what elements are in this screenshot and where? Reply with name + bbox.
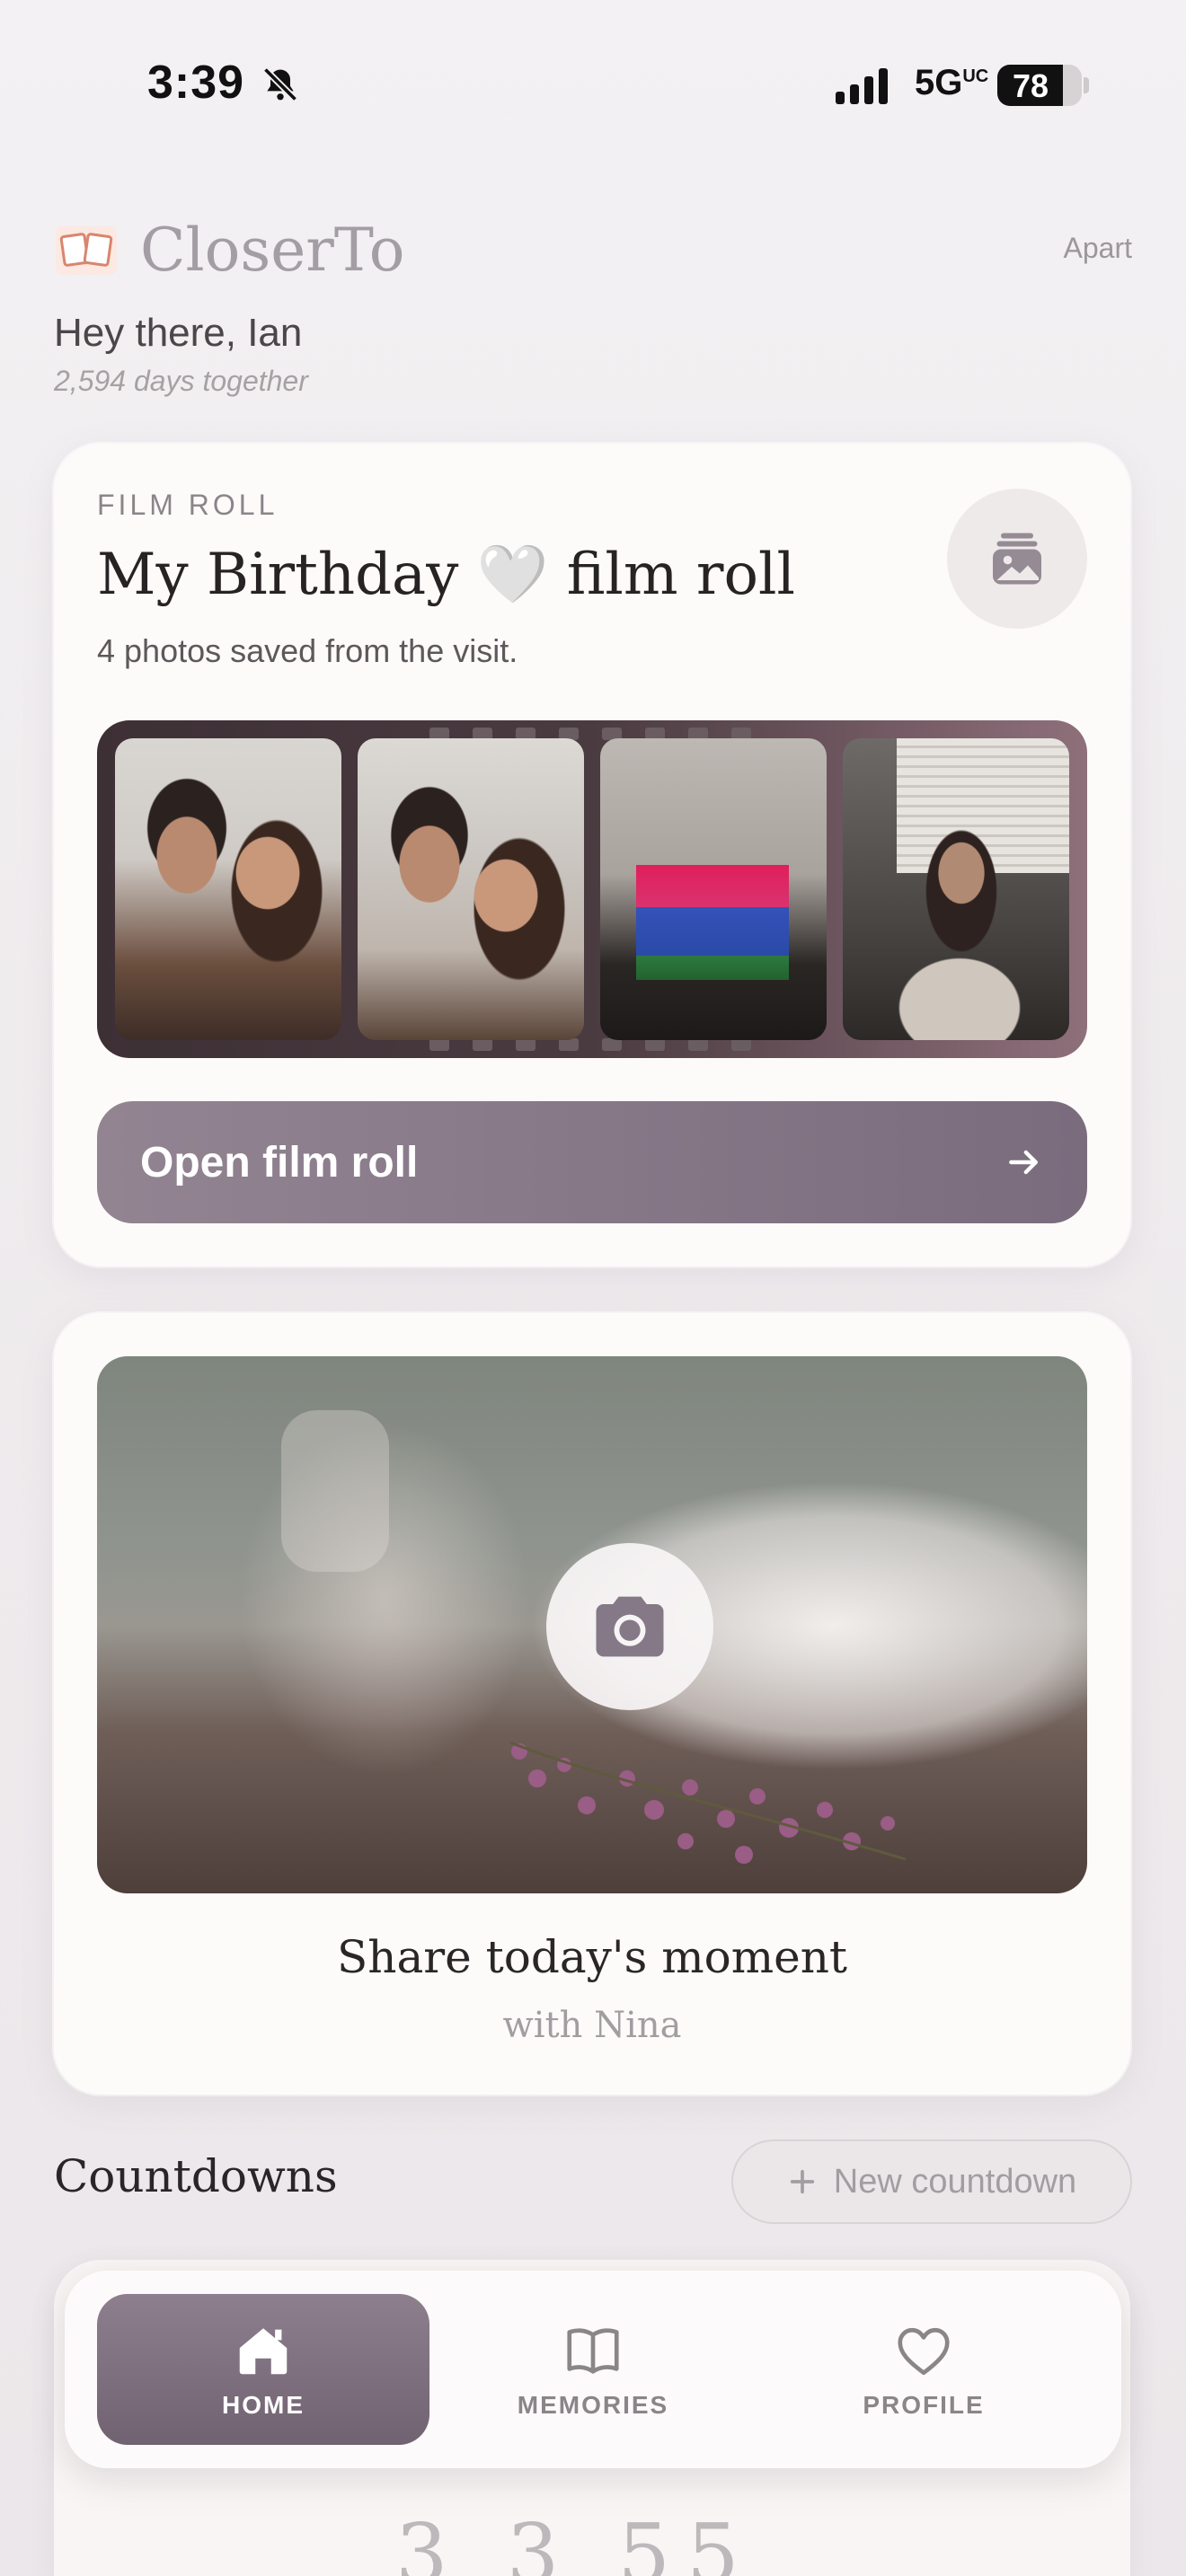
heart-icon: [898, 2327, 950, 2376]
moment-partner: with Nina: [502, 2005, 682, 2046]
tab-home-label: HOME: [222, 2391, 305, 2419]
new-countdown-label: New countdown: [833, 2162, 1077, 2201]
apart-link[interactable]: Apart: [1064, 232, 1132, 265]
film-roll-title: My Birthday 🤍 film roll: [97, 542, 795, 608]
greeting: Hey there, Ian: [54, 311, 303, 355]
photo-stack-icon: [993, 533, 1041, 585]
countdown-digits: 3 3 55: [395, 2506, 756, 2576]
battery-icon: 78: [997, 65, 1082, 106]
photo-album-button[interactable]: [947, 489, 1087, 629]
home-icon: [239, 2328, 288, 2375]
app-title: CloserTo: [140, 216, 405, 285]
open-film-roll-label: Open film roll: [140, 1138, 419, 1187]
app-logo-icon: [56, 226, 117, 275]
film-roll-subtitle: 4 photos saved from the visit.: [97, 632, 518, 669]
tab-profile-label: PROFILE: [863, 2391, 985, 2419]
camera-icon: [596, 1596, 664, 1657]
tab-memories[interactable]: MEMORIES: [427, 2294, 759, 2445]
new-countdown-button[interactable]: New countdown: [731, 2139, 1132, 2224]
tab-profile[interactable]: PROFILE: [757, 2294, 1090, 2445]
network-label: 5GUC: [915, 63, 989, 102]
signal-icon: [836, 66, 888, 104]
status-bar: 3:39 5GUC 78: [0, 0, 1186, 171]
film-roll-eyebrow: FILM ROLL: [97, 489, 279, 521]
bell-muted-icon: [262, 66, 298, 102]
status-time: 3:39: [147, 57, 245, 109]
book-icon: [567, 2328, 619, 2374]
film-strip[interactable]: [97, 720, 1087, 1058]
tab-memories-label: MEMORIES: [517, 2391, 669, 2419]
share-moment-card[interactable]: Share today's moment with Nina: [54, 1313, 1130, 2095]
film-photo[interactable]: [600, 738, 827, 1040]
days-together: 2,594 days together: [54, 365, 308, 397]
tab-bar: HOME MEMORIES PROFILE: [65, 2271, 1121, 2468]
moment-background-image: [97, 1356, 1087, 1893]
plus-icon: [790, 2169, 814, 2194]
tab-home[interactable]: HOME: [97, 2294, 429, 2445]
battery-percent: 78: [1012, 67, 1049, 104]
moment-title: Share today's moment: [336, 1931, 848, 1983]
open-film-roll-button[interactable]: Open film roll: [97, 1101, 1087, 1223]
film-roll-card: FILM ROLL My Birthday 🤍 film roll 4 phot…: [54, 444, 1130, 1266]
countdowns-heading: Countdowns: [54, 2150, 338, 2202]
camera-button[interactable]: [546, 1543, 713, 1710]
arrow-right-icon: [1009, 1150, 1039, 1175]
film-photo[interactable]: [358, 738, 584, 1040]
film-photo[interactable]: [115, 738, 341, 1040]
film-photo[interactable]: [843, 738, 1069, 1040]
